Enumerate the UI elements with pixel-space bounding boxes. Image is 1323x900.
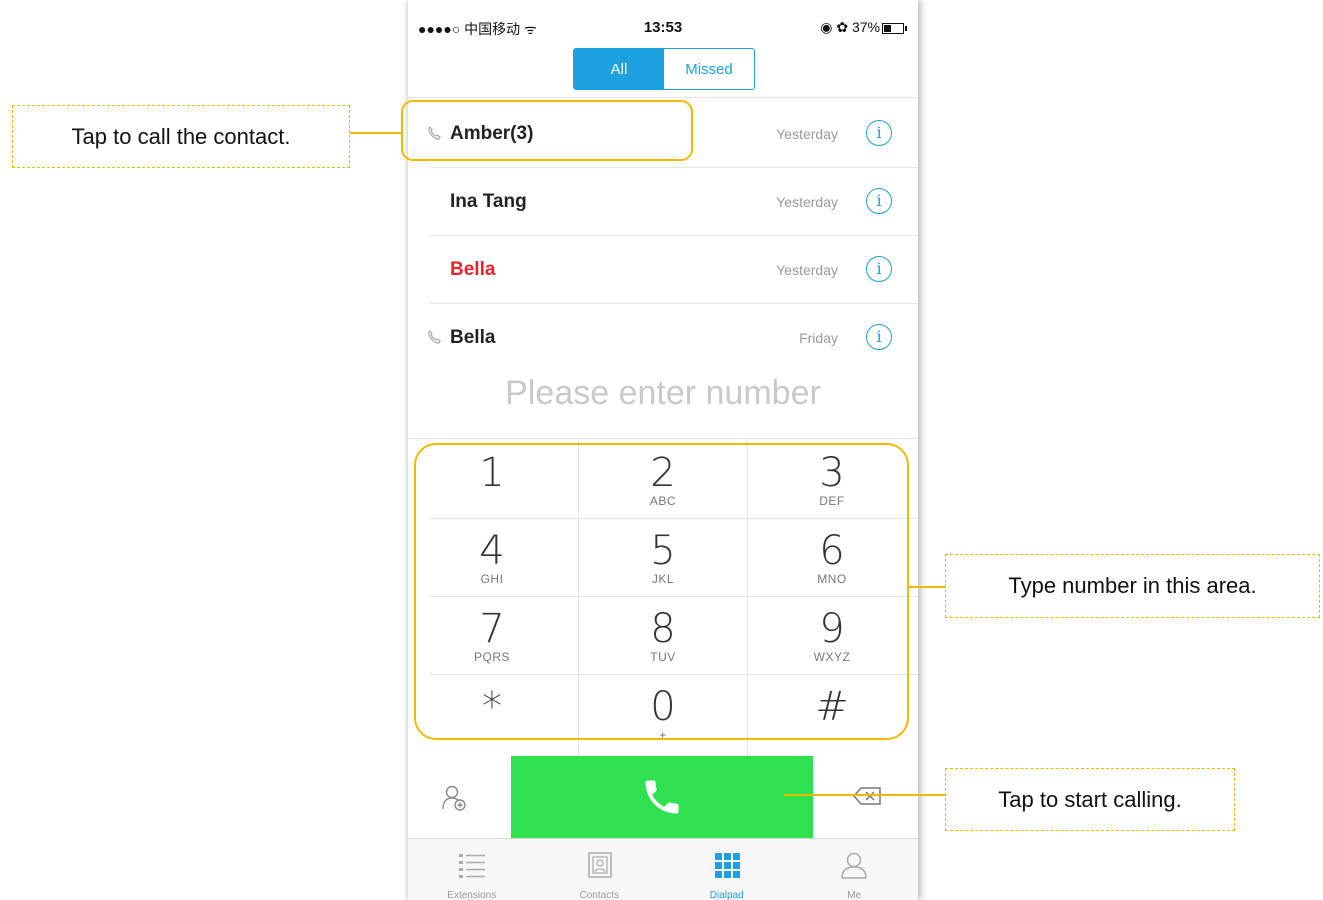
call-date: Yesterday [776,262,838,278]
callout-start-calling: Tap to start calling. [945,768,1235,831]
divider [408,438,918,439]
call-row[interactable]: Bella Friday i [408,304,918,372]
call-row[interactable]: Bella Yesterday i [408,236,918,304]
list-icon [458,854,485,878]
call-filter-segment: All Missed [573,48,755,90]
connector-line [350,132,401,134]
phone-handset-icon [645,780,679,814]
contact-name: Bella [450,327,496,348]
connector-line [909,586,945,588]
divider [408,97,918,98]
callout-text: Tap to start calling. [998,786,1182,812]
call-date: Friday [799,330,838,346]
person-icon [841,852,868,879]
battery-icon [882,22,907,34]
call-row[interactable]: Ina Tang Yesterday i [408,168,918,236]
callout-text: Tap to call the contact. [71,123,291,149]
tab-label: Extensions [447,890,497,900]
dialpad-grid-icon [714,853,740,878]
tab-extensions[interactable]: Extensions [408,839,536,900]
battery-percent: ◉ ✿ 37% [820,19,880,35]
call-date: Yesterday [776,126,838,142]
tab-label: Contacts [579,890,619,900]
backspace-icon[interactable] [852,786,882,806]
tab-label: Dialpad [709,890,744,900]
contacts-book-icon [588,852,612,878]
dialpad-highlight [414,443,909,740]
info-icon[interactable]: i [866,188,892,214]
call-date: Yesterday [776,194,838,210]
tab-me[interactable]: Me [791,839,919,900]
tab-dialpad[interactable]: Dialpad [663,839,791,900]
tab-label: Me [847,890,862,900]
connector-line [784,794,945,796]
callout-type-number: Type number in this area. [945,554,1320,618]
contact-name: Ina Tang [450,191,527,212]
tab-contacts[interactable]: Contacts [536,839,664,900]
tab-all[interactable]: All [574,49,664,89]
callout-call-contact: Tap to call the contact. [12,105,350,168]
contact-name: Bella [450,259,496,280]
info-icon[interactable]: i [866,256,892,282]
info-icon[interactable]: i [866,120,892,146]
number-input[interactable]: Please enter number [408,374,918,413]
call-button[interactable] [511,756,813,838]
tab-missed[interactable]: Missed [664,49,754,89]
status-indicators: ◉ ✿ 37% [820,19,907,36]
contact-highlight [401,100,693,161]
status-bar: ●●●●○ 中国移动 ᯤ 13:53 ◉ ✿ 37% [408,0,918,46]
callout-text: Type number in this area. [1008,573,1257,598]
info-icon[interactable]: i [866,324,892,350]
bottom-tab-bar: Extensions Contacts Dialpad Me [408,838,918,900]
outgoing-call-icon [428,330,441,344]
call-action-bar [408,756,918,838]
add-contact-icon[interactable] [440,784,468,812]
